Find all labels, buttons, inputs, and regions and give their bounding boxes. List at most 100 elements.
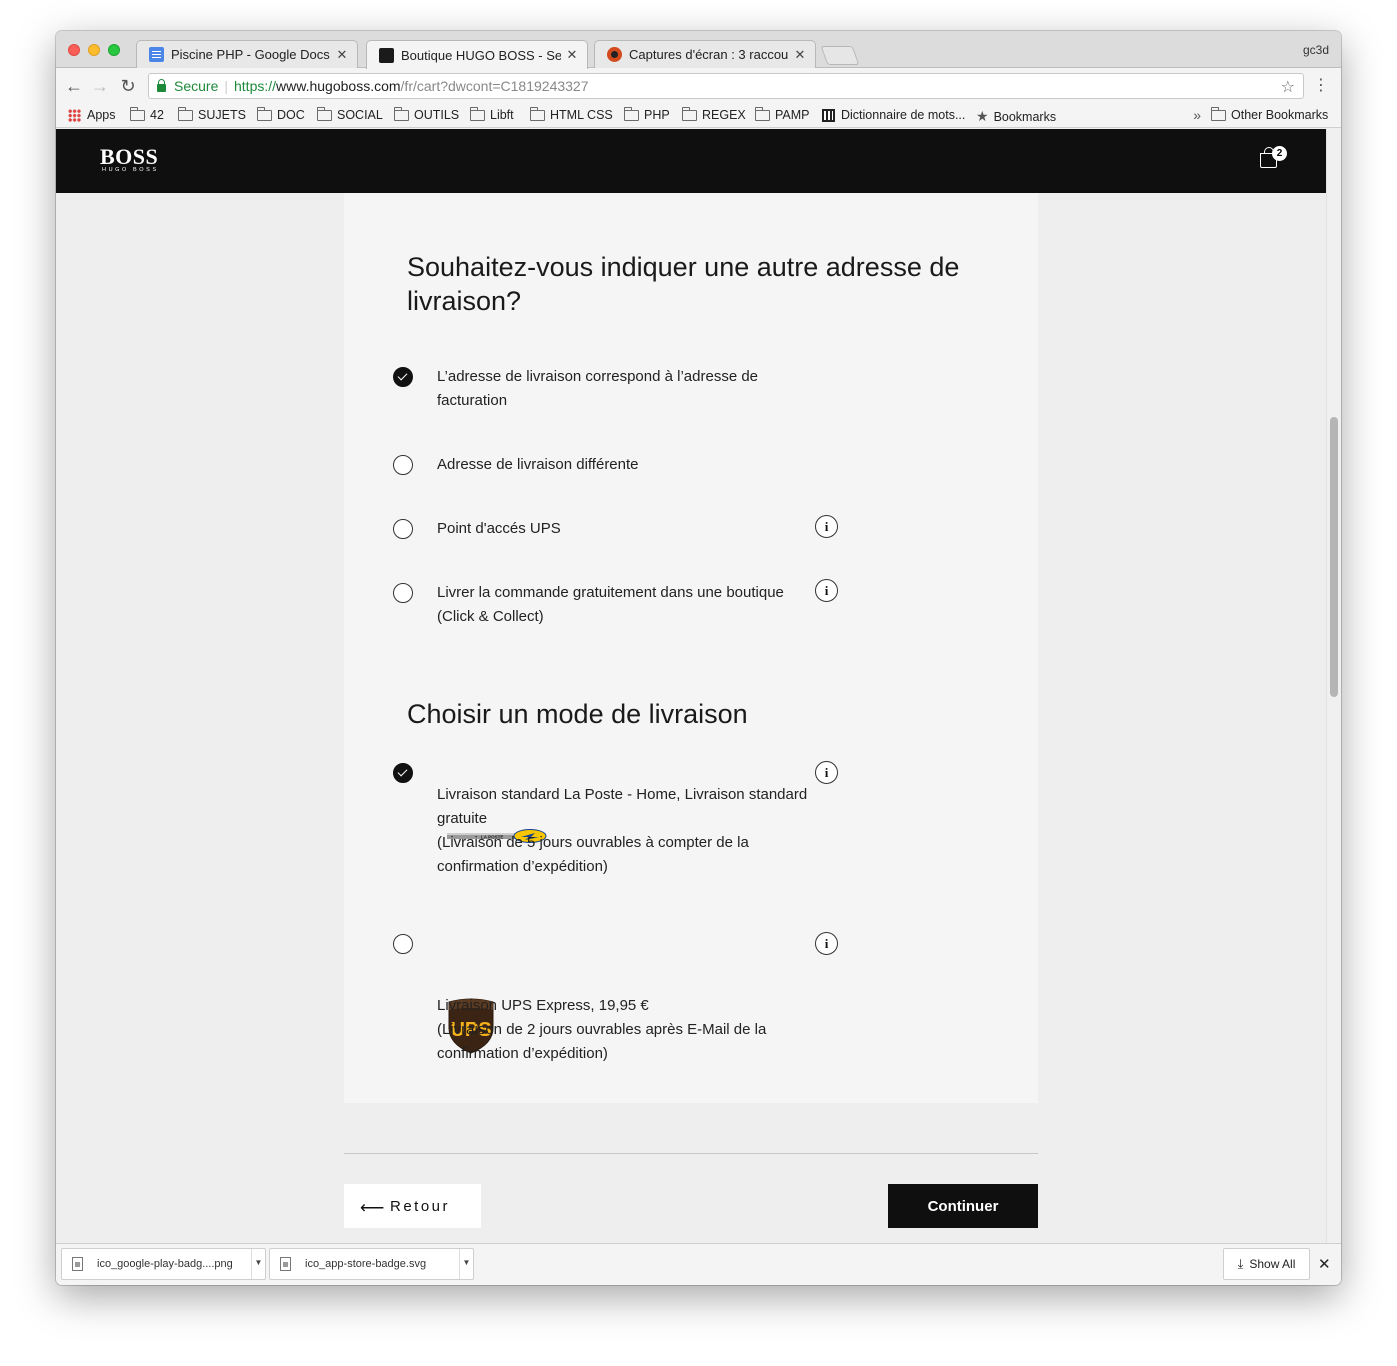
download-item[interactable]: ico_app-store-badge.svg ▼ [269,1248,474,1280]
bookmark-pamp[interactable]: PAMP [755,106,810,122]
bookmark-label: HTML CSS [550,108,613,122]
radio-unchecked[interactable] [393,519,413,539]
svg-file-icon [280,1257,291,1271]
folder-icon [178,106,193,121]
secure-label: Secure [174,78,219,94]
info-icon[interactable]: i [815,515,838,538]
folder-icon [755,106,770,121]
bookmark-label: Dictionnaire de mots... [841,108,966,122]
close-tab-icon[interactable]: ✕ [565,47,579,63]
bookmark-regex[interactable]: REGEX [682,106,746,122]
continue-button[interactable]: Continuer [888,1184,1038,1228]
address-bar[interactable]: Secure | https:// www.hugoboss.com /fr/c… [148,73,1304,99]
minimize-window-button[interactable] [88,44,100,56]
page-scrollbar[interactable] [1326,129,1341,1243]
bookmark-html-css[interactable]: HTML CSS [530,106,613,122]
show-all-label: Show All [1249,1257,1296,1271]
close-window-button[interactable] [68,44,80,56]
star-icon: ★ [976,108,989,124]
tab-hugo-boss[interactable]: Boutique HUGO BOSS - Se déconnecter ✕ [366,40,588,69]
tab-strip: Piscine PHP - Google Docs ✕ Boutique HUG… [56,31,1341,69]
bookmark-social[interactable]: SOCIAL [317,106,383,122]
reload-icon[interactable]: ↻ [117,75,139,97]
delivery-option-title: Livraison standard La Poste - Home, Livr… [437,786,808,827]
folder-icon [624,106,639,121]
url-host: www.hugoboss.com [276,78,401,94]
folder-icon [1211,106,1226,121]
tab-google-docs[interactable]: Piscine PHP - Google Docs ✕ [136,40,358,68]
bookmark-42[interactable]: 42 [130,106,164,122]
download-icon: ⤓ [1237,1256,1244,1271]
download-menu-arrow-icon[interactable]: ▼ [251,1249,265,1279]
folder-icon [682,106,697,121]
radio-unchecked[interactable] [393,455,413,475]
bookmark-doc[interactable]: DOC [257,106,305,122]
bookmark-star-icon[interactable]: ☆ [1281,77,1295,97]
tab-title: Boutique HUGO BOSS - Se déconnecter [401,47,561,63]
delivery-option-text: Livraison standard La Poste - Home, Livr… [437,783,821,879]
delivery-option-delay: (Livraison de 5 jours ouvrables à compte… [437,834,749,875]
back-arrow-icon[interactable]: ← [63,75,85,97]
radio-checked[interactable] [393,763,413,783]
bookmark-label: REGEX [702,108,746,122]
url-scheme: https:// [234,78,277,94]
section-divider [344,1153,1038,1154]
bookmark-outils[interactable]: OUTILS [394,106,460,122]
site-header: BOSS HUGO BOSS 2 [56,129,1326,193]
boss-logo[interactable]: BOSS [100,146,158,168]
tab-title: Piscine PHP - Google Docs [171,47,330,62]
checkout-panel: Souhaitez-vous indiquer une autre adress… [344,193,1038,1103]
delivery-option-title: Livraison UPS Express, 19,95 € [437,997,649,1014]
option-label: Livrer la commande gratuitement dans une… [437,584,784,625]
new-tab-button[interactable] [820,46,860,65]
bookmark-label: DOC [277,108,305,122]
radio-checked[interactable] [393,367,413,387]
bookmark-php[interactable]: PHP [624,106,670,122]
bookmark-dictionnaire[interactable]: Dictionnaire de mots... [822,108,965,122]
profile-name[interactable]: gc3d [1303,43,1329,57]
more-bookmarks-icon[interactable]: » [1193,107,1201,123]
bookmark-sujets[interactable]: SUJETS [178,106,246,122]
radio-unchecked[interactable] [393,583,413,603]
download-menu-arrow-icon[interactable]: ▼ [459,1249,473,1279]
info-icon[interactable]: i [815,932,838,955]
bookmark-label: OUTILS [414,108,460,122]
radio-unchecked[interactable] [393,934,413,954]
bookmark-label: 42 [150,108,164,122]
bookmark-label: PHP [644,108,670,122]
boss-logo-subtitle: HUGO BOSS [102,167,159,173]
close-shelf-icon[interactable]: ✕ [1318,1255,1331,1273]
zoom-window-button[interactable] [108,44,120,56]
bookmark-other[interactable]: Other Bookmarks [1211,106,1329,122]
bookmark-libft[interactable]: Libft [470,106,514,122]
kebab-menu-icon[interactable]: ⋮ [1313,75,1329,97]
bookmark-label: Apps [87,108,116,122]
download-item[interactable]: ico_google-play-badg....png ▼ [61,1248,266,1280]
left-arrow-icon: ⟵ [360,1198,385,1217]
scrollbar-thumb[interactable] [1330,417,1338,697]
back-button[interactable]: ⟵ Retour [344,1184,481,1228]
bookmark-label: SOCIAL [337,108,383,122]
download-filename: ico_google-play-badg....png [97,1258,233,1270]
option-label: L’adresse de livraison correspond à l’ad… [437,368,759,409]
page-viewport: BOSS HUGO BOSS 2 Souhaitez-vous indiquer… [56,129,1341,1243]
bookmark-label: Libft [490,108,514,122]
forward-arrow-icon[interactable]: → [89,75,111,97]
option-label: Point d'accés UPS [437,520,561,537]
bookmark-label: Other Bookmarks [1231,108,1329,122]
info-icon[interactable]: i [815,761,838,784]
download-filename: ico_app-store-badge.svg [305,1258,427,1270]
show-all-downloads-button[interactable]: ⤓ Show All [1223,1248,1310,1280]
dictionary-icon [822,108,835,122]
tab-captures[interactable]: Captures d'écran : 3 raccourcis ✕ [594,40,816,68]
bookmark-label: SUJETS [198,108,246,122]
delivery-heading: Choisir un mode de livraison [407,699,748,729]
toolbar: ← → ↻ Secure | https:// www.hugoboss.com… [56,68,1341,104]
close-tab-icon[interactable]: ✕ [335,47,349,63]
close-tab-icon[interactable]: ✕ [793,47,807,63]
capture-icon [607,47,622,62]
bookmark-bookmarks[interactable]: ★ Bookmarks [976,108,1056,125]
bookmark-apps[interactable]: Apps [68,108,116,122]
info-icon[interactable]: i [815,579,838,602]
image-file-icon [72,1257,83,1271]
